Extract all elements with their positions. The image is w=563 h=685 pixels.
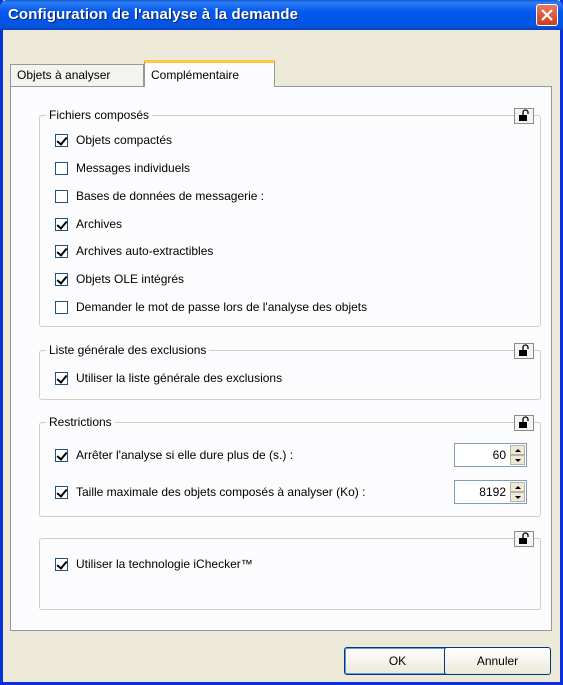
checkbox-label: Demander le mot de passe lors de l'analy… bbox=[76, 300, 368, 314]
spinbox-buttons bbox=[510, 482, 525, 502]
checkbox-box[interactable] bbox=[55, 486, 68, 499]
group-ichecker: Utiliser la technologie iChecker™ bbox=[39, 531, 541, 610]
tab-objets-a-analyser[interactable]: Objets à analyser bbox=[10, 64, 144, 86]
spin-down-icon[interactable] bbox=[510, 455, 525, 465]
padlock-open-icon[interactable] bbox=[514, 343, 534, 359]
max-size-spinbox[interactable]: 8192 bbox=[454, 480, 527, 504]
group-compound-files: Fichiers composés Objets compactés Messa… bbox=[39, 108, 541, 327]
checkbox-box[interactable] bbox=[55, 301, 68, 314]
group-title: Restrictions bbox=[46, 415, 115, 429]
checkbox-box[interactable] bbox=[55, 134, 68, 147]
checkbox-box[interactable] bbox=[55, 558, 68, 571]
tab-panel: Fichiers composés Objets compactés Messa… bbox=[10, 86, 552, 631]
checkbox-label: Archives auto-extractibles bbox=[76, 244, 214, 258]
title-bar[interactable]: Configuration de l'analyse à la demande bbox=[0, 0, 563, 30]
checkbox-label: Messages individuels bbox=[76, 161, 191, 175]
checkbox-box[interactable] bbox=[55, 273, 68, 286]
checkbox-box[interactable] bbox=[55, 372, 68, 385]
close-icon bbox=[541, 9, 553, 21]
checkbox-label: Taille maximale des objets composés à an… bbox=[76, 485, 366, 499]
checkbox-box[interactable] bbox=[55, 162, 68, 175]
group-restrictions: Restrictions Arrêter l'analyse si elle d… bbox=[39, 415, 541, 517]
checkbox-label: Archives bbox=[76, 217, 123, 231]
checkbox-box[interactable] bbox=[55, 245, 68, 258]
padlock-open-icon[interactable] bbox=[514, 531, 534, 547]
close-button[interactable] bbox=[536, 4, 558, 26]
tab-complementaire[interactable]: Complémentaire bbox=[144, 60, 275, 87]
tab-label: Complémentaire bbox=[151, 68, 240, 82]
spinbox-value: 8192 bbox=[479, 485, 506, 499]
spin-up-icon[interactable] bbox=[510, 445, 525, 455]
checkbox-box[interactable] bbox=[55, 190, 68, 203]
checkbox-box[interactable] bbox=[55, 449, 68, 462]
spin-down-icon[interactable] bbox=[510, 492, 525, 502]
spinbox-value: 60 bbox=[492, 448, 506, 462]
group-title: Fichiers composés bbox=[46, 108, 153, 122]
duration-spinbox[interactable]: 60 bbox=[454, 443, 527, 467]
tab-label: Objets à analyser bbox=[17, 68, 111, 82]
checkbox-label: Utiliser la technologie iChecker™ bbox=[76, 557, 253, 571]
checkbox-box[interactable] bbox=[55, 218, 68, 231]
cancel-button[interactable]: Annuler bbox=[444, 647, 551, 675]
padlock-open-icon[interactable] bbox=[514, 108, 534, 124]
group-exclusions: Liste générale des exclusions Utiliser l… bbox=[39, 343, 541, 400]
spinbox-buttons bbox=[510, 445, 525, 465]
padlock-open-icon[interactable] bbox=[514, 415, 534, 431]
spin-up-icon[interactable] bbox=[510, 482, 525, 492]
checkbox-label: Objets compactés bbox=[76, 133, 173, 147]
ok-button[interactable]: OK bbox=[344, 647, 451, 675]
checkbox-label: Utiliser la liste générale des exclusion… bbox=[76, 371, 283, 385]
checkbox-label: Arrêter l'analyse si elle dure plus de (… bbox=[76, 448, 294, 462]
group-title: Liste générale des exclusions bbox=[46, 343, 210, 357]
checkbox-label: Objets OLE intégrés bbox=[76, 272, 185, 286]
checkbox-label: Bases de données de messagerie : bbox=[76, 189, 265, 203]
window-title: Configuration de l'analyse à la demande bbox=[8, 6, 299, 23]
